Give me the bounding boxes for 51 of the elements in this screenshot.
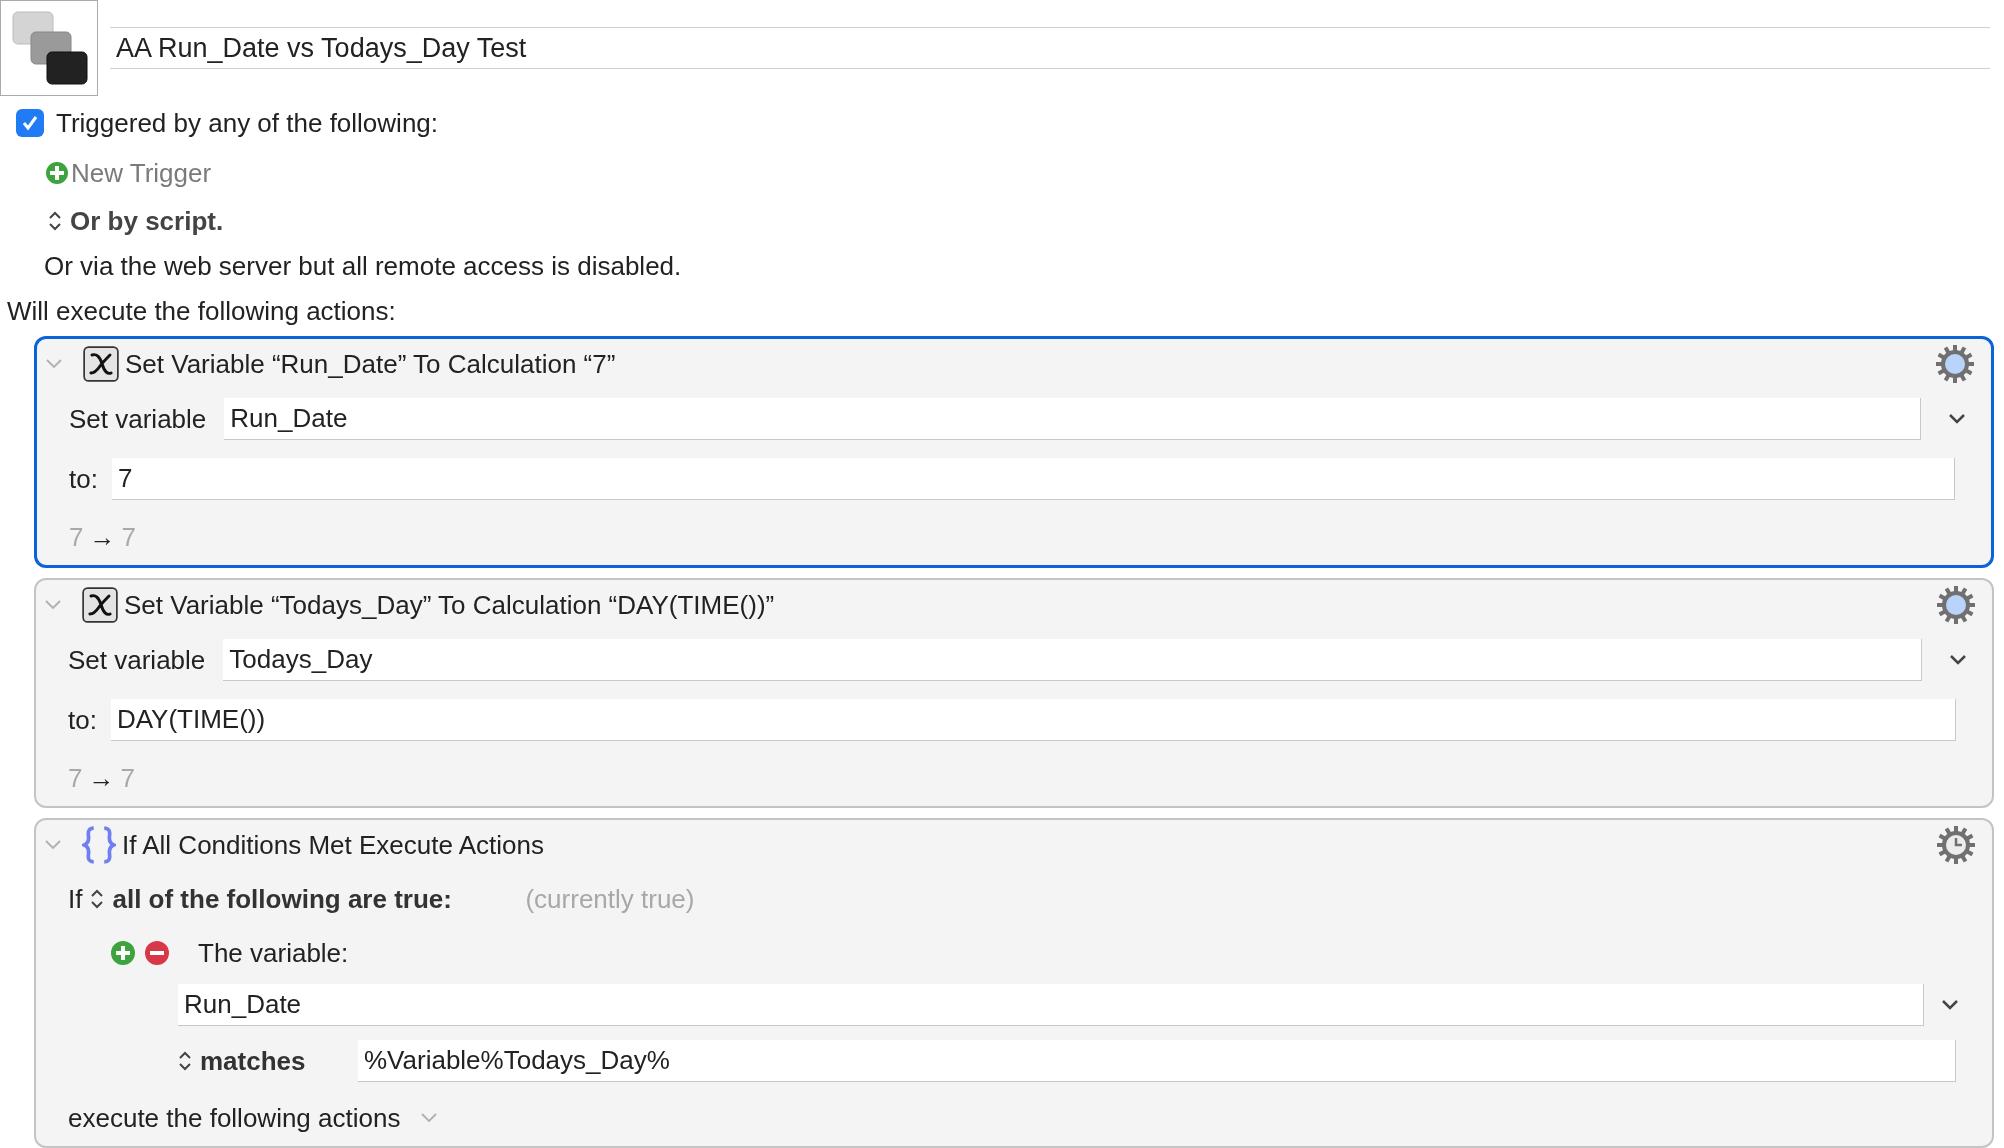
new-trigger-link[interactable]: New Trigger xyxy=(71,153,212,193)
action-card[interactable]: Set Variable “Todays_Day” To Calculation “DAY(TIME())” Set variable Todays_Day to: DAY(TIME()) 7 → 7 xyxy=(34,578,1994,808)
curly-braces-icon xyxy=(82,826,116,864)
variable-name-field[interactable]: Run_Date xyxy=(224,398,1921,440)
action-card[interactable]: Set Variable “Run_Date” To Calculation “7” Set variable Run_Date to: 7 7 → 7 xyxy=(34,336,1994,568)
dropdown-chevron-icon[interactable] xyxy=(1948,413,1966,425)
gear-clock-icon[interactable] xyxy=(1936,825,1976,865)
to-label: to: xyxy=(69,462,98,496)
condition-mode-popup[interactable]: all of the following are true: xyxy=(112,879,518,919)
preview-result-text: 7 xyxy=(121,520,136,554)
gear-icon[interactable] xyxy=(1935,344,1975,384)
actions-heading: Will execute the following actions: xyxy=(7,294,396,328)
action-title: If All Conditions Met Execute Actions xyxy=(122,828,545,862)
action-title: Set Variable “Todays_Day” To Calculation “DAY(TIME())” xyxy=(124,588,776,622)
condition-status: (currently true) xyxy=(525,882,695,916)
to-label: to: xyxy=(68,703,97,737)
preview-result-text: 7 xyxy=(120,761,135,795)
preview-source-text: 7 xyxy=(68,761,83,795)
dropdown-chevron-icon[interactable] xyxy=(1949,654,1967,666)
action-card[interactable]: If All Conditions Met Execute Actions If all of the following are true: (currently true) The variable: Run_Date matches %Variable%Todays_Day% execute the following actions xyxy=(34,818,1994,1148)
calculation-field[interactable]: 7 xyxy=(111,458,1955,500)
web-server-note: Or via the web server but all remote access is disabled. xyxy=(44,250,682,284)
variable-x-icon xyxy=(83,346,119,382)
script-option-popup[interactable]: Or by script. xyxy=(70,201,224,241)
gear-icon[interactable] xyxy=(1936,585,1976,625)
execute-label: execute the following actions xyxy=(68,1101,401,1135)
macro-icon[interactable] xyxy=(0,0,98,96)
variable-x-icon xyxy=(82,587,118,623)
add-icon[interactable] xyxy=(45,161,69,186)
condition-label: The variable: xyxy=(198,936,349,970)
match-value-field[interactable]: %Variable%Todays_Day% xyxy=(358,1040,1956,1082)
preview-source-text: 7 xyxy=(69,520,84,554)
condition-variable-field[interactable]: Run_Date xyxy=(178,984,1924,1026)
remove-condition-icon[interactable] xyxy=(144,940,170,966)
dropdown-chevron-icon[interactable] xyxy=(1941,999,1959,1011)
if-label: If xyxy=(68,882,83,916)
set-variable-label: Set variable xyxy=(68,643,206,677)
trigger-label: Triggered by any of the following: xyxy=(56,106,439,140)
set-variable-label: Set variable xyxy=(69,402,207,436)
add-condition-icon[interactable] xyxy=(110,940,136,966)
operator-popup[interactable]: matches xyxy=(200,1041,350,1081)
up-down-arrows-icon[interactable] xyxy=(90,888,105,910)
calculation-field[interactable]: DAY(TIME()) xyxy=(110,699,1956,741)
action-title: Set Variable “Run_Date” To Calculation “7” xyxy=(125,347,617,381)
trigger-checkbox[interactable] xyxy=(16,109,44,138)
preview-arrow: → xyxy=(88,761,115,795)
macro-name-field[interactable]: AA Run_Date vs Todays_Day Test xyxy=(110,27,1990,69)
variable-name-field[interactable]: Todays_Day xyxy=(223,639,1922,681)
preview-arrow: → xyxy=(89,520,116,554)
up-down-arrows-icon[interactable] xyxy=(48,210,62,233)
up-down-arrows-icon[interactable] xyxy=(178,1050,192,1072)
